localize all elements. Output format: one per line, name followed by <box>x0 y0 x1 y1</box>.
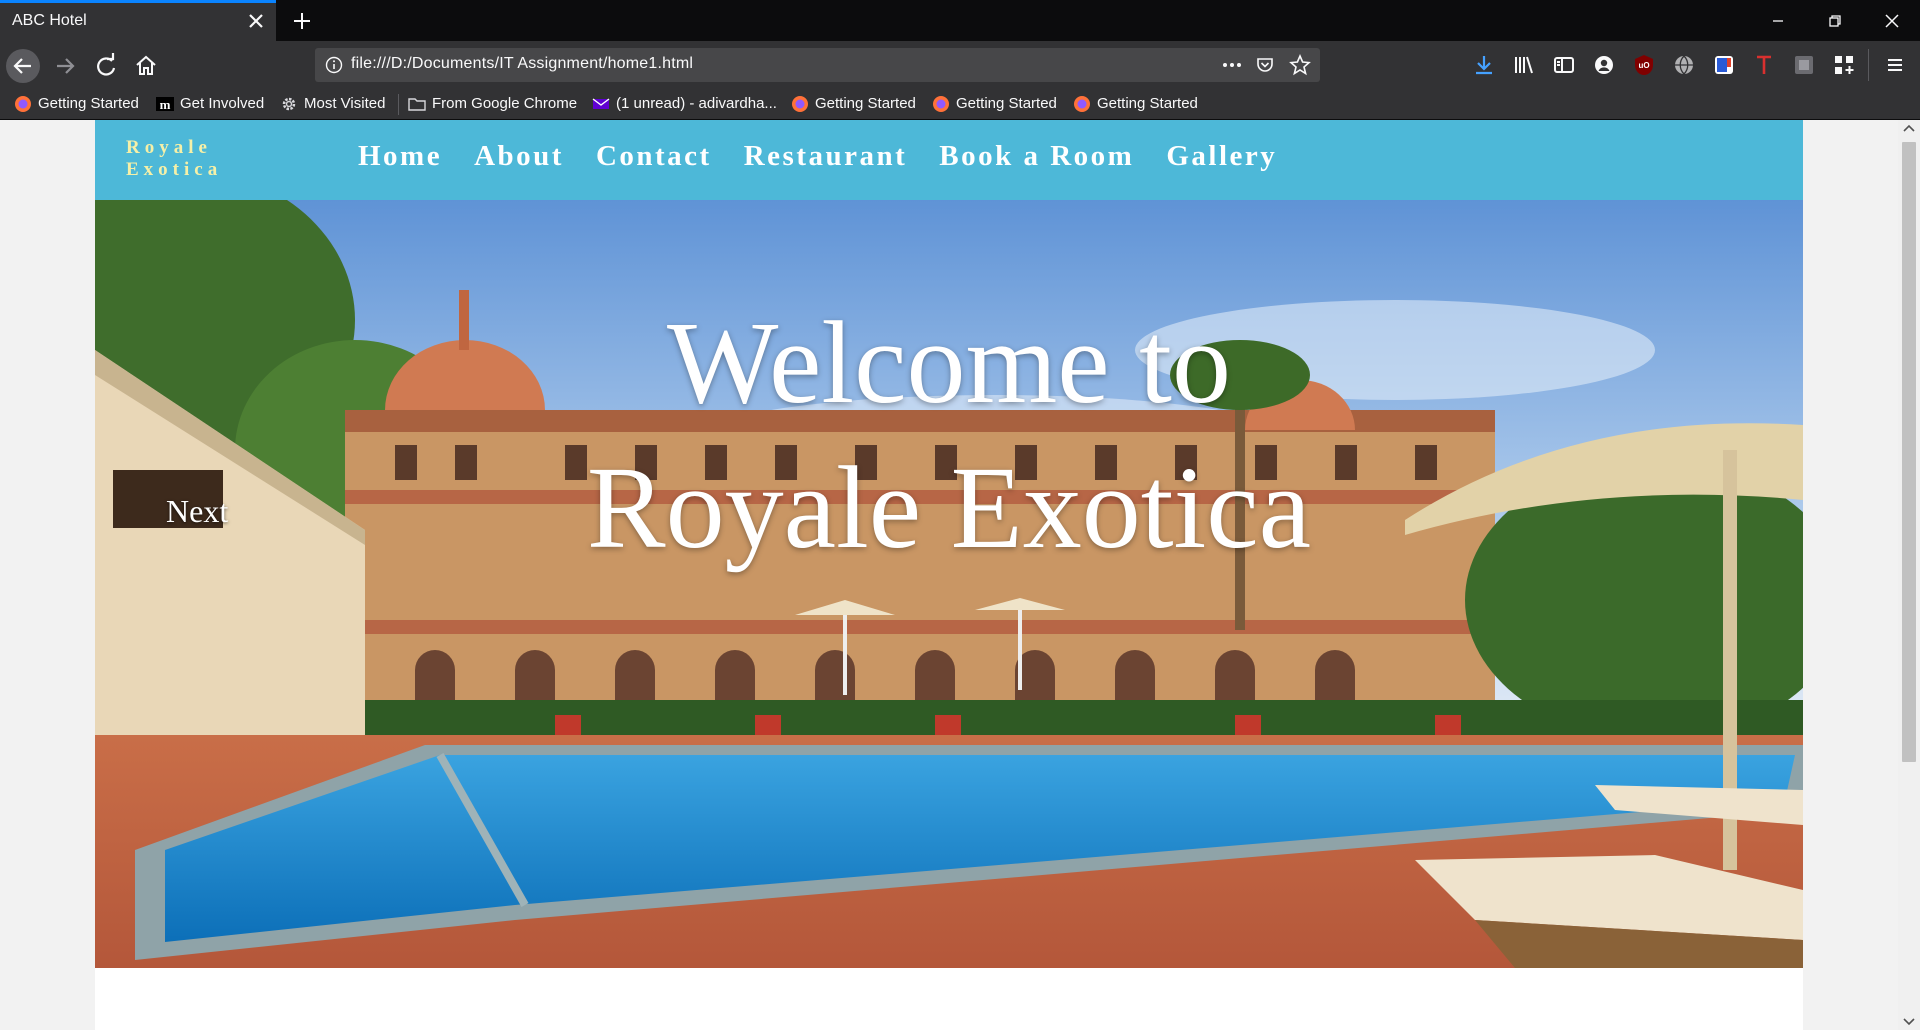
new-tab-icon[interactable] <box>290 9 314 33</box>
reload-icon <box>97 53 116 76</box>
scroll-down-arrow-icon[interactable] <box>1898 1012 1920 1030</box>
bookmark-label: Get Involved <box>180 95 265 112</box>
mozilla-icon: m <box>156 97 174 112</box>
nav-restaurant-link[interactable]: Restaurant <box>744 140 908 173</box>
account-icon[interactable] <box>1592 53 1616 77</box>
home-icon <box>136 55 156 75</box>
pocket-icon[interactable] <box>1255 55 1275 75</box>
ublock-origin-icon[interactable]: uO <box>1632 53 1656 77</box>
globe-icon[interactable] <box>1672 53 1696 77</box>
tab-title: ABC Hotel <box>12 12 87 29</box>
bookmark-label: (1 unread) - adivardha... <box>616 95 777 112</box>
logo-line-1: Royale <box>126 137 212 158</box>
scroll-up-arrow-icon[interactable] <box>1898 120 1920 138</box>
reload-button[interactable] <box>89 49 123 83</box>
tab-strip: ABC Hotel <box>0 0 1920 41</box>
hero-slideshow: Welcome to Royale Exotica Next <box>95 200 1803 968</box>
forward-arrow-icon <box>57 58 75 74</box>
browser-tab-active[interactable]: ABC Hotel <box>0 0 276 41</box>
nav-about-link[interactable]: About <box>474 140 564 173</box>
slideshow-next-button[interactable]: Next <box>166 493 228 530</box>
site-logo[interactable]: Royale Exotica <box>126 137 222 181</box>
page-actions-icon[interactable] <box>1221 56 1243 74</box>
info-icon[interactable] <box>325 56 343 74</box>
page-container: Royale Exotica Home About Contact Restau… <box>95 120 1803 1030</box>
bookmark-label: From Google Chrome <box>432 95 578 112</box>
gear-icon <box>282 97 296 111</box>
close-window-icon[interactable] <box>1879 8 1905 34</box>
firefox-icon <box>792 96 808 112</box>
url-bar[interactable]: file:///D:/Documents/IT Assignment/home1… <box>315 48 1320 82</box>
hero-heading: Welcome to Royale Exotica <box>95 290 1803 580</box>
hero-heading-line-2: Royale Exotica <box>586 442 1312 573</box>
nav-book-room-link[interactable]: Book a Room <box>939 140 1134 173</box>
minimize-icon[interactable] <box>1765 8 1791 34</box>
yahoo-mail-icon <box>592 98 610 109</box>
svg-text:uO: uO <box>1638 61 1649 70</box>
bookmark-label: Getting Started <box>38 95 139 112</box>
home-button[interactable] <box>129 49 163 83</box>
bookmark-separator <box>398 94 399 115</box>
toolbar-divider <box>1868 49 1869 81</box>
hero-heading-line-1: Welcome to <box>667 297 1231 428</box>
svg-text:m: m <box>160 97 171 112</box>
logo-line-2: Exotica <box>126 159 223 180</box>
forward-button[interactable] <box>48 49 82 83</box>
main-menu: Home About Contact Restaurant Book a Roo… <box>358 140 1277 173</box>
site-navbar: Royale Exotica Home About Contact Restau… <box>95 120 1803 200</box>
extensions-grid-icon[interactable] <box>1832 53 1856 77</box>
firefox-icon <box>1074 96 1090 112</box>
navigation-toolbar: file:///D:/Documents/IT Assignment/home1… <box>0 41 1920 89</box>
page-viewport: Royale Exotica Home About Contact Restau… <box>0 120 1898 1030</box>
extension-shield-icon[interactable] <box>1712 53 1736 77</box>
bookmark-label: Getting Started <box>815 95 916 112</box>
firefox-icon <box>15 96 31 112</box>
close-tab-icon[interactable] <box>244 9 268 33</box>
tampermonkey-t-icon[interactable] <box>1752 53 1776 77</box>
back-arrow-icon <box>13 58 31 74</box>
sidebar-icon[interactable] <box>1552 53 1576 77</box>
library-icon[interactable] <box>1512 53 1536 77</box>
bookmark-label: Getting Started <box>956 95 1057 112</box>
nav-home-link[interactable]: Home <box>358 140 442 173</box>
bookmark-label: Most Visited <box>304 95 386 112</box>
restore-icon[interactable] <box>1822 8 1848 34</box>
bookmark-star-icon[interactable] <box>1289 54 1311 76</box>
bookmark-label: Getting Started <box>1097 95 1198 112</box>
url-text: file:///D:/Documents/IT Assignment/home1… <box>351 55 694 72</box>
firefox-icon <box>933 96 949 112</box>
bookmarks-toolbar: Getting Started m Get Involved Most Visi… <box>0 89 1920 120</box>
folder-icon <box>408 98 426 111</box>
hamburger-menu-icon[interactable] <box>1883 53 1907 77</box>
downloads-icon[interactable] <box>1472 53 1496 77</box>
extension-box-icon[interactable] <box>1792 53 1816 77</box>
nav-gallery-link[interactable]: Gallery <box>1166 140 1277 173</box>
back-button[interactable] <box>6 49 40 83</box>
nav-contact-link[interactable]: Contact <box>596 140 712 173</box>
scrollbar-thumb[interactable] <box>1902 142 1916 762</box>
page-scrollbar[interactable] <box>1898 120 1920 1030</box>
